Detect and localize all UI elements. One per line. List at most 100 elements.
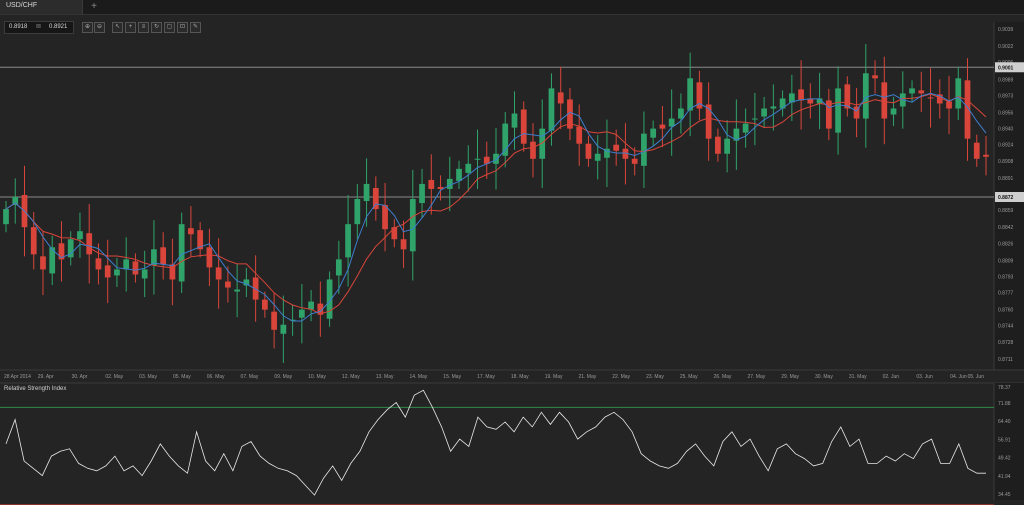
candle-up	[752, 118, 758, 120]
price-tick-label: 0.8956	[998, 111, 1014, 117]
candle-down	[557, 92, 564, 104]
price-tick-label: 0.8744	[998, 324, 1014, 330]
candle-down	[798, 89, 804, 101]
candle-up	[141, 269, 148, 279]
candle-up	[178, 224, 185, 282]
candle-up	[835, 88, 841, 133]
rsi-tick-label: 71.88	[998, 401, 1011, 407]
candle-up	[123, 259, 130, 270]
date-tick-label: 29. May	[781, 374, 799, 380]
price-tick-label: 0.8711	[998, 357, 1013, 363]
candle-up	[3, 209, 9, 225]
price-tick-label: 0.8859	[998, 208, 1014, 214]
candle-up	[345, 224, 351, 258]
date-tick-label: 06. May	[207, 374, 225, 380]
candle-up	[955, 78, 962, 109]
date-tick-label: 09. May	[274, 374, 292, 380]
candle-up	[511, 113, 518, 128]
candle-up	[890, 108, 897, 115]
level-label: 0.8872	[998, 195, 1014, 201]
price-tick-label: 0.8908	[998, 159, 1014, 165]
candle-up	[493, 153, 499, 164]
candle-down	[400, 239, 407, 250]
date-tick-label: 10. May	[308, 374, 326, 380]
candle-down	[946, 101, 952, 109]
price-tick-label: 0.8777	[998, 291, 1014, 297]
date-tick-label: 02. May	[105, 374, 123, 380]
price-tick-label: 0.8973	[998, 93, 1014, 99]
price-tick-label: 0.8940	[998, 127, 1014, 133]
candle-down	[391, 227, 398, 240]
candle-down	[576, 126, 583, 144]
price-tick-label: 0.8891	[998, 176, 1014, 182]
candle-up	[548, 88, 555, 131]
candle-down	[95, 258, 102, 270]
date-tick-label: 05. May	[173, 374, 191, 380]
candle-down	[225, 281, 231, 288]
rsi-tick-label: 41.94	[998, 474, 1011, 480]
candle-down	[271, 311, 277, 330]
candle-up	[363, 183, 370, 202]
candle-up	[594, 153, 601, 161]
chart-canvas[interactable]: 0.90390.90220.90060.89890.89730.89560.89…	[0, 0, 1024, 505]
date-tick-label: 02. Jun	[883, 374, 900, 380]
date-tick-label: 18. May	[511, 374, 529, 380]
date-tick-label: 30. May	[815, 374, 833, 380]
candle-down	[705, 104, 712, 139]
candle-down	[973, 142, 980, 159]
level-label: 0.9001	[998, 65, 1014, 71]
candle-down	[927, 97, 934, 99]
candle-down	[585, 143, 592, 159]
candle-down	[132, 261, 139, 275]
price-tick-label: 0.8989	[998, 77, 1014, 83]
candle-up	[724, 138, 730, 154]
date-tick-label: 14. May	[410, 374, 428, 380]
date-tick-label: 03. May	[139, 374, 157, 380]
candle-down	[715, 136, 721, 154]
candle-up	[742, 123, 749, 133]
candle-up	[409, 199, 416, 252]
candle-down	[206, 247, 213, 268]
date-tick-label: 15. May	[443, 374, 461, 380]
rsi-tick-label: 49.42	[998, 456, 1011, 462]
price-tick-label: 0.9039	[998, 27, 1014, 33]
date-tick-label: 13. May	[376, 374, 394, 380]
rsi-title: Relative Strength Index	[4, 386, 66, 392]
candle-down	[530, 141, 536, 159]
candle-down	[215, 267, 222, 280]
date-tick-label: 29. Apr	[38, 374, 54, 380]
candle-down	[160, 247, 167, 265]
date-tick-label: 25. May	[680, 374, 698, 380]
candle-down	[104, 265, 111, 278]
date-tick-label: 22. May	[612, 374, 630, 380]
date-tick-label: 04. Jun	[950, 374, 967, 380]
candle-up	[335, 259, 342, 276]
candle-down	[262, 299, 268, 310]
price-tick-label: 0.8809	[998, 258, 1014, 264]
price-tick-label: 0.8924	[998, 143, 1014, 149]
candle-up	[761, 108, 767, 117]
rsi-tick-label: 56.91	[998, 437, 1011, 443]
candle-down	[631, 158, 638, 164]
candle-up	[114, 269, 120, 276]
candle-up	[668, 118, 675, 127]
price-tick-label: 0.8826	[998, 241, 1014, 247]
date-tick-label: 30. Apr	[72, 374, 88, 380]
candle-up	[465, 163, 472, 173]
candle-down	[188, 228, 194, 235]
date-tick-label: 03. Jun	[916, 374, 933, 380]
date-tick-label: 07. May	[241, 374, 259, 380]
candle-down	[872, 75, 878, 79]
candle-up	[650, 128, 657, 138]
candle-up	[308, 301, 314, 310]
candle-down	[881, 82, 888, 119]
candle-up	[641, 133, 647, 166]
candle-down	[520, 109, 527, 144]
date-tick-label: 26. May	[714, 374, 732, 380]
candle-up	[456, 168, 462, 181]
candle-up	[419, 183, 425, 204]
rsi-tick-label: 34.45	[998, 492, 1011, 498]
candle-up	[678, 108, 684, 119]
candle-down	[613, 144, 620, 151]
rsi-panel	[0, 383, 1024, 500]
